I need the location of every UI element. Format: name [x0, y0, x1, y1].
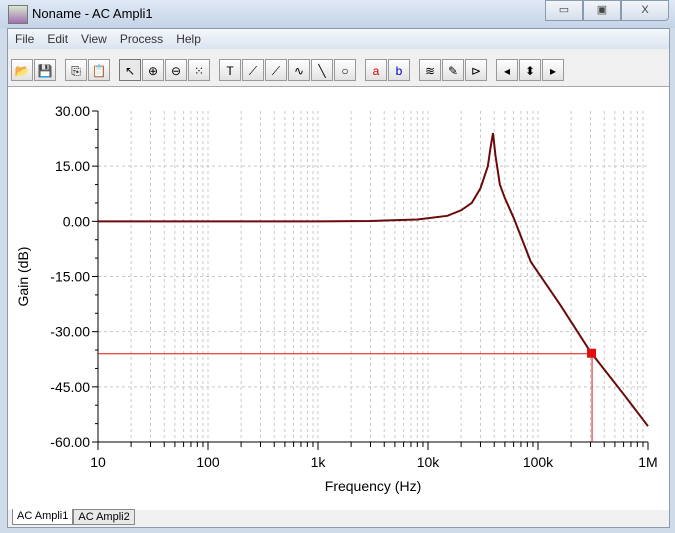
x-tick-label: 10k: [417, 454, 441, 470]
menu-bar: File Edit View Process Help: [8, 29, 669, 49]
text-icon: T: [226, 64, 234, 78]
paste-icon: 📋: [91, 64, 107, 78]
open-folder-button[interactable]: 📂: [11, 59, 33, 81]
close-button[interactable]: X: [621, 0, 669, 21]
curve-label-button[interactable]: ⟋: [242, 59, 264, 81]
save-icon: 💾: [37, 64, 53, 78]
y-tick-label: 30.00: [55, 103, 90, 119]
curve-query-button[interactable]: ⟋: [265, 59, 287, 81]
zoom-in-button[interactable]: ⊕: [142, 59, 164, 81]
y-tick-label: -15.00: [50, 269, 90, 285]
ellipse-button[interactable]: ○: [334, 59, 356, 81]
maximize-button[interactable]: ▣: [583, 0, 621, 21]
y-tick-label: 0.00: [63, 213, 90, 229]
copy-button[interactable]: ⎘: [65, 59, 87, 81]
y-tick-label: 15.00: [55, 158, 90, 174]
grid-button[interactable]: ⁙: [188, 59, 210, 81]
gain-chart[interactable]: 30.0015.000.00-15.00-30.00-45.00-60.0010…: [8, 87, 669, 510]
x-tick-label: 100: [196, 454, 220, 470]
menu-process[interactable]: Process: [113, 29, 169, 49]
document-window: File Edit View Process Help 📂 💾 ⎘ 📋 ↖ ⊕ ⊖ ⁙ T ⟋ ⟋ ∿…: [7, 28, 670, 528]
curve-label-icon: ⟋: [248, 64, 258, 78]
pick-color-button[interactable]: ✎: [442, 59, 464, 81]
ellipse-icon: ○: [341, 64, 349, 78]
curve-formula-icon: ∿: [293, 64, 305, 78]
arrow-updown-icon: ⬍: [524, 64, 536, 78]
open-folder-icon: 📂: [14, 64, 30, 78]
marker-icon: ⊳: [470, 64, 482, 78]
x-tick-label: 10: [90, 454, 106, 470]
line-icon: ╲: [318, 64, 326, 78]
x-tick-label: 1M: [638, 454, 657, 470]
y-tick-label: -30.00: [50, 324, 90, 340]
menu-help[interactable]: Help: [169, 29, 207, 49]
add-curves-button[interactable]: ≋: [419, 59, 441, 81]
y-axis-label: Gain (dB): [15, 247, 31, 307]
menu-edit[interactable]: Edit: [40, 29, 74, 49]
x-axis-label: Frequency (Hz): [325, 478, 421, 494]
y-tick-label: -45.00: [50, 379, 90, 395]
pick-color-icon: ✎: [447, 64, 459, 78]
app-icon: [8, 5, 28, 24]
pointer-button[interactable]: ↖: [119, 59, 141, 81]
y-tick-label: -60.00: [50, 434, 90, 450]
arrow-right-button[interactable]: ▸: [542, 59, 564, 81]
cursor-a-button[interactable]: a: [365, 59, 387, 81]
cursor-a-icon: a: [372, 64, 380, 78]
arrow-left-icon: ◂: [503, 64, 511, 78]
zoom-100-button[interactable]: ⊖: [165, 59, 187, 81]
menu-view[interactable]: View: [74, 29, 113, 49]
menu-file[interactable]: File: [8, 29, 40, 49]
tab-ac-ampli2[interactable]: AC Ampli2: [73, 509, 135, 525]
tab-ac-ampli1[interactable]: AC Ampli1: [12, 509, 74, 525]
gain-curve: [98, 132, 649, 427]
x-tick-label: 1k: [311, 454, 327, 470]
window-title: Noname - AC Ampli1: [32, 6, 153, 21]
title-bar: Noname - AC Ampli1 ▭ ▣ X: [0, 0, 675, 28]
curve-formula-button[interactable]: ∿: [288, 59, 310, 81]
save-button[interactable]: 💾: [34, 59, 56, 81]
marker-button[interactable]: ⊳: [465, 59, 487, 81]
curve-query-icon: ⟋: [271, 64, 281, 78]
add-curves-icon: ≋: [424, 64, 436, 78]
arrow-updown-button[interactable]: ⬍: [519, 59, 541, 81]
cursor-marker[interactable]: [587, 348, 597, 358]
cursor-b-icon: b: [395, 64, 403, 78]
x-tick-label: 100k: [523, 454, 554, 470]
zoom-100-icon: ⊖: [170, 64, 182, 78]
line-button[interactable]: ╲: [311, 59, 333, 81]
toolbar: 📂 💾 ⎘ 📋 ↖ ⊕ ⊖ ⁙ T ⟋ ⟋ ∿ ╲ ○ a b ≋ ✎ ⊳ ◂ ⬍ ▸: [11, 56, 565, 84]
arrow-left-button[interactable]: ◂: [496, 59, 518, 81]
pointer-icon: ↖: [124, 64, 136, 78]
zoom-in-icon: ⊕: [147, 64, 159, 78]
text-button[interactable]: T: [219, 59, 241, 81]
cursor-b-button[interactable]: b: [388, 59, 410, 81]
plot-area[interactable]: 30.00 15.00 0.00 -15.00 -30.00 -45.00 -60.00 10…: [8, 86, 669, 510]
grid-icon: ⁙: [193, 64, 205, 78]
arrow-right-icon: ▸: [549, 64, 557, 78]
paste-button[interactable]: 📋: [88, 59, 110, 81]
minimize-button[interactable]: ▭: [545, 0, 583, 21]
copy-icon: ⎘: [71, 64, 81, 78]
